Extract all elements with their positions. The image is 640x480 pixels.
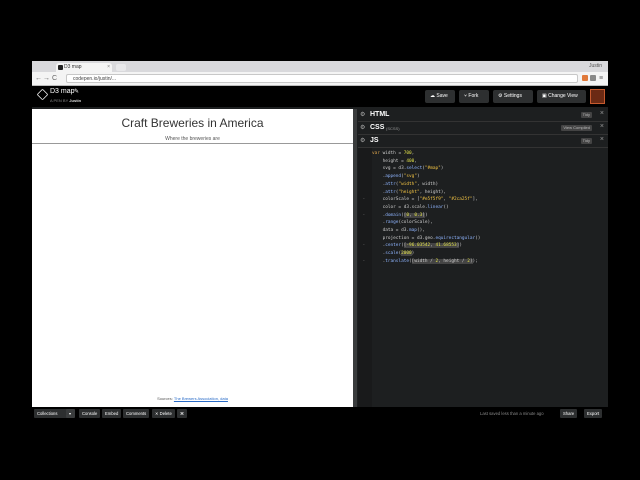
preview-source: Sources: The Brewers Association, data <box>157 396 228 401</box>
preview-subtitle: Where the breweries are <box>165 136 220 142</box>
embed-button[interactable]: Embed <box>102 409 122 418</box>
fold-marker-icon[interactable]: - <box>363 242 365 248</box>
fork-icon: ⑂ <box>464 93 468 99</box>
menu-icon[interactable]: ≡ <box>599 74 603 83</box>
fork-button[interactable]: ⑂ Fork <box>459 90 489 103</box>
new-tab-button[interactable] <box>116 64 126 71</box>
user-avatar[interactable] <box>590 89 605 104</box>
code-line[interactable]: projection = d3.geo.equirectangular() <box>372 235 481 243</box>
source-link[interactable]: The Brewers Association, data <box>174 396 228 401</box>
author-name[interactable]: Justin <box>69 98 81 103</box>
collections-dropdown-icon[interactable]: ▾ <box>66 409 75 418</box>
gear-icon: ⚙ <box>498 93 503 99</box>
comments-button[interactable]: Comments <box>123 409 150 418</box>
delete-button[interactable]: ✕ Delete <box>152 409 175 418</box>
js-code[interactable]: var width = 700, height = 400, svg = d3.… <box>372 150 480 266</box>
code-line[interactable]: .append("svg") <box>372 173 480 181</box>
profile-name[interactable]: Justin <box>589 62 602 71</box>
code-line[interactable]: svg = d3.select("#map") <box>372 165 480 173</box>
layout-icon: ▣ <box>542 93 547 99</box>
fold-marker-icon[interactable]: - <box>363 258 365 264</box>
js-pane-header[interactable]: ⚙ JS Tidy × <box>358 135 608 148</box>
gear-icon[interactable]: ⚙ <box>360 112 366 118</box>
saved-status: Last saved less than a minute ago <box>480 411 544 416</box>
forward-icon[interactable]: → <box>43 74 50 83</box>
preview-pane[interactable]: Craft Breweries in America Where the bre… <box>32 109 353 407</box>
browser-tab[interactable]: D3 map × <box>56 63 112 72</box>
share-button[interactable]: Share <box>560 409 578 418</box>
tab-title: D3 map <box>64 64 82 70</box>
edit-title-icon[interactable]: ✎ <box>74 88 79 95</box>
code-line[interactable]: .attr("height", height), <box>372 189 480 197</box>
close-icon[interactable]: × <box>600 123 604 130</box>
css-pane-header[interactable]: ⚙ CSS (SCSS) View Compiled × <box>358 122 608 135</box>
pen-byline: A PEN BY Justin <box>50 98 82 103</box>
js-pane-title: JS <box>370 137 379 144</box>
code-line[interactable]: .range(colorScale), <box>372 219 480 227</box>
close-icon[interactable]: × <box>600 110 604 117</box>
code-line[interactable]: var width = 700, <box>372 150 480 158</box>
code-line[interactable]: .translate([width / 2, height / 2]); <box>372 258 480 266</box>
extension-icon[interactable] <box>590 75 596 81</box>
line-gutter <box>358 148 372 407</box>
console-button[interactable]: Console <box>79 409 101 418</box>
reload-icon[interactable]: C <box>52 74 57 83</box>
save-button[interactable]: ☁ Save <box>425 90 455 103</box>
codepen-favicon-icon <box>58 65 63 70</box>
tidy-button[interactable]: Tidy <box>580 112 592 118</box>
js-editor[interactable]: - - - - var width = 700, height = 400, svg … <box>358 148 608 407</box>
gear-icon[interactable]: ⚙ <box>360 138 366 144</box>
address-bar: ← → C codepen.io/justin/... ≡ <box>32 72 608 86</box>
back-icon[interactable]: ← <box>35 74 42 83</box>
code-line[interactable]: .attr("width", width) <box>372 181 480 189</box>
codepen-logo-icon[interactable] <box>36 88 49 101</box>
pane-resizer[interactable] <box>353 109 357 407</box>
fold-marker-icon[interactable]: - <box>363 212 365 218</box>
css-pane-title: CSS <box>370 124 385 131</box>
footer-bar: Collections ▾ Console Embed Comments ✕ D… <box>32 407 608 420</box>
fold-marker-icon[interactable]: - <box>363 196 365 202</box>
code-line[interactable]: .scale(2000) <box>372 250 480 258</box>
close-icon[interactable]: × <box>600 136 604 143</box>
view-compiled-button[interactable]: View Compiled <box>561 125 592 131</box>
cloud-icon: ☁ <box>430 93 435 99</box>
css-preprocessor-label: (SCSS) <box>386 126 400 131</box>
code-line[interactable]: .domain([0, 0.3]) <box>372 212 480 220</box>
code-line[interactable]: data = d3.map(), <box>372 227 480 235</box>
preview-title: Craft Breweries in America <box>121 116 264 130</box>
codepen-header: D3 map ✎ A PEN BY Justin ☁ Save ⑂ Fork ⚙… <box>32 86 608 107</box>
extension-icon[interactable] <box>582 75 588 81</box>
html-pane-title: HTML <box>370 111 390 118</box>
code-line[interactable]: color = d3.scale.linear() <box>372 204 480 212</box>
change-view-button[interactable]: ▣ Change View <box>537 90 586 103</box>
preview-divider <box>32 143 353 144</box>
gear-icon[interactable]: ⚙ <box>360 125 366 131</box>
tidy-button[interactable]: Tidy <box>580 138 592 144</box>
tab-strip: D3 map × Justin <box>32 61 608 72</box>
settings-button[interactable]: ⚙ Settings <box>493 90 533 103</box>
browser-window: D3 map × Justin ← → C codepen.io/justin/… <box>32 61 608 420</box>
url-input[interactable]: codepen.io/justin/... <box>66 74 578 83</box>
code-line[interactable]: .center([-96.03542, 41.68553]) <box>372 242 480 250</box>
pen-title[interactable]: D3 map <box>50 88 75 95</box>
code-line[interactable]: colorScale = ["#e5f5f9", "#2ca25f"], <box>372 196 480 204</box>
tab-close-icon[interactable]: × <box>107 63 110 72</box>
code-line[interactable]: height = 400, <box>372 158 480 166</box>
export-button[interactable]: Export <box>584 409 603 418</box>
keyboard-shortcuts-button[interactable]: ⌘ <box>177 409 188 418</box>
html-pane-header[interactable]: ⚙ HTML Tidy × <box>358 109 608 122</box>
